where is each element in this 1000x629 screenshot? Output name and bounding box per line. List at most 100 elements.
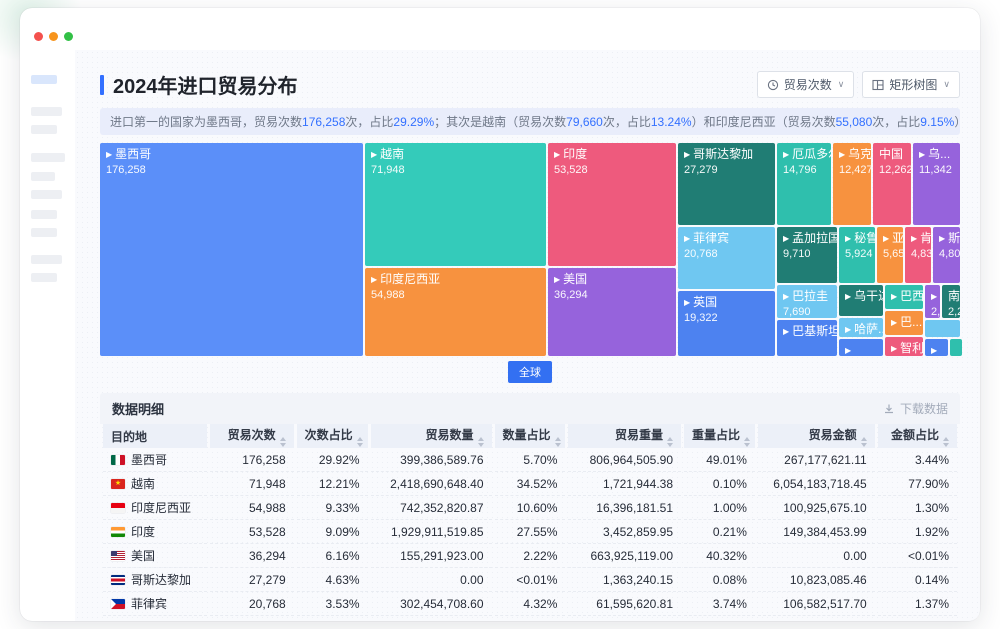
treemap-node-肯[interactable]: ▶肯 4,836 [905,227,931,283]
table-row-印度[interactable]: 印度 53,528 9.09% 1,929,911,519.85 27.55% 3,452… [103,520,957,544]
node-value: 176,258 [106,163,146,176]
expand-arrow-icon: ▶ [911,234,918,243]
column-header-贸易重量[interactable]: 贸易重量 [568,424,682,448]
value-cell: 106,582,517.70 [757,592,875,616]
treemap-node-巴基斯坦[interactable]: ▶ 巴基斯坦 [777,320,837,356]
treemap-node-秘鲁[interactable]: ▶ 秘鲁 5,924 [839,227,875,283]
node-label: ▶乌干达 [845,289,883,303]
node-label: ▶ 印度尼西亚 [371,272,441,286]
sort-icon[interactable] [356,436,363,447]
treemap-node-idx25[interactable]: ▶ 2,5 [925,285,940,318]
treemap-node-哈萨...[interactable]: ▶哈萨... [839,318,883,337]
value-cell: 16,396,181.51 [568,496,682,520]
expand-arrow-icon: ▶ [931,346,938,355]
summary-value: 176,258 [302,115,346,129]
column-header-次数占比[interactable]: 次数占比 [296,424,368,448]
treemap-node-厄瓜多尔[interactable]: ▶厄瓜多尔 14,796 [777,143,831,225]
column-label: 次数占比 [304,427,353,442]
treemap-node-中国[interactable]: 中国 12,262 [873,143,911,225]
value-cell: 399,386,589.76 [370,448,492,472]
destination-name: 墨西哥 [131,453,168,467]
sort-icon[interactable] [744,436,751,447]
metric-selector[interactable]: 贸易次数 ∨ [756,71,855,98]
sidebar [20,8,75,621]
value-cell: 806,964,505.90 [568,448,682,472]
expand-arrow-icon: ▶ [845,325,852,334]
sort-icon[interactable] [667,436,674,447]
column-header-数量占比[interactable]: 数量占比 [494,424,566,448]
value-cell: 36,294 [210,544,294,568]
value-cell: 10,823,085.46 [757,568,875,592]
chart-type-selector-label: 矩形树图 [889,78,938,92]
treemap-node-菲律宾[interactable]: ▶ 菲律宾 20,768 [678,227,775,289]
destination-cell: 印度尼西亚 [103,496,208,520]
close-button[interactable] [34,32,43,41]
flag-icon-ph [111,599,125,609]
treemap-node-乌...[interactable]: ▶ 乌... 11,342 [913,143,960,225]
expand-arrow-icon: ▶ [783,327,790,336]
download-data-button[interactable]: 下载数据 [883,400,948,417]
sort-icon[interactable] [477,436,484,447]
global-scope-button[interactable]: 全球 [508,361,552,383]
value-cell: 34.52% [494,472,566,496]
download-label: 下载数据 [899,402,948,416]
value-cell: 3,452,859.95 [568,520,682,544]
column-header-重量占比[interactable]: 重量占比 [684,424,755,448]
treemap-node-亚[interactable]: ▶亚 5,650 [877,227,903,283]
destination-name: 美国 [131,549,156,563]
treemap-node-巴西[interactable]: ▶ 巴西 [885,285,923,309]
value-cell: 1.92% [877,520,957,544]
treemap-node-美国[interactable]: ▶ 美国 36,294 [548,268,676,356]
summary-text-wrap: 进口第一的国家为墨西哥，贸易次数176,258次，占比29.29%；其次是越南（… [110,115,960,129]
table-row-菲律宾[interactable]: 菲律宾 20,768 3.53% 302,454,708.60 4.32% 61,595,… [103,592,957,616]
treemap-node-巴拉圭[interactable]: ▶ 巴拉圭 7,690 [777,285,837,318]
value-cell: 27.55% [494,520,566,544]
treemap-node-印度尼西亚[interactable]: ▶ 印度尼西亚 54,988 [365,268,546,356]
value-cell: 6,054,183,718.45 [757,472,875,496]
table-row-墨西哥[interactable]: 墨西哥 176,258 29.92% 399,386,589.76 5.70% 806,9… [103,448,957,472]
table-row-越南[interactable]: 越南 71,94812.21%2,418,690,648.4034.52%1,72… [103,472,957,496]
minimize-button[interactable] [49,32,58,41]
destination-cell: 美国 [103,544,208,568]
expand-arrow-icon: ▶ [891,292,898,301]
node-value: 36,294 [554,288,588,301]
table-row-印度尼西亚[interactable]: 印度尼西亚 54,988 9.33% 742,352,820.87 10.60% 16,3… [103,496,957,520]
sort-icon[interactable] [554,436,561,447]
treemap-node-斯[interactable]: ▶斯 4,804 [933,227,960,283]
treemap-node-墨西哥[interactable]: ▶ 墨西哥 176,258 [100,143,363,356]
value-cell: 1,929,911,519.85 [370,520,492,544]
treemap-node-孟加拉国[interactable]: ▶ 孟加拉国 9,710 [777,227,837,283]
treemap-node-idx29[interactable] [950,339,962,356]
treemap-node-南[interactable]: 南 2,2 [942,285,960,318]
treemap-node-巴...[interactable]: ▶ 巴... [885,311,923,335]
treemap-node-乌克兰[interactable]: ▶乌克兰 12,427 [833,143,871,225]
value-cell: 3.74% [684,592,755,616]
column-header-贸易数量[interactable]: 贸易数量 [370,424,492,448]
treemap-node-idx27[interactable] [925,320,960,337]
node-label: ▶ 英国 [684,295,718,309]
value-cell: 53,528 [210,520,294,544]
table-row-哥斯达黎加[interactable]: 哥斯达黎加 27,279 4.63% 0.00 <0.01% 1,363,240.15 0.… [103,568,957,592]
treemap-node-乌干达[interactable]: ▶乌干达 [839,285,883,316]
value-cell: 9.33% [296,496,368,520]
treemap-node-idx28[interactable]: ▶ [925,339,948,356]
table-row-美国[interactable]: 美国 36,294 6.16% 155,291,923.00 2.22% 663,925,… [103,544,957,568]
treemap-node-越南[interactable]: ▶ 越南 71,948 [365,143,546,266]
sort-icon[interactable] [279,436,286,447]
treemap-node-英国[interactable]: ▶ 英国 19,322 [678,291,775,356]
column-header-贸易金额[interactable]: 贸易金额 [757,424,875,448]
chart-type-selector[interactable]: 矩形树图 ∨ [862,71,960,98]
treemap-node-印度[interactable]: ▶ 印度 53,528 [548,143,676,266]
expand-button[interactable] [64,32,73,41]
flag-icon-us [111,551,125,561]
column-header-金额占比[interactable]: 金额占比 [877,424,957,448]
sort-icon[interactable] [943,436,949,447]
node-label: ▶ 巴基斯坦 [783,324,837,338]
node-label: ▶ 越南 [371,147,405,161]
value-cell: 0.14% [877,568,957,592]
sort-icon[interactable] [860,436,867,447]
treemap-node-哥斯达黎加[interactable]: ▶ 哥斯达黎加 27,279 [678,143,775,225]
treemap-node-智利[interactable]: ▶ 智利 [885,337,923,356]
column-header-贸易次数[interactable]: 贸易次数 [210,424,294,448]
treemap-node-idx21[interactable]: ▶ [839,339,883,356]
